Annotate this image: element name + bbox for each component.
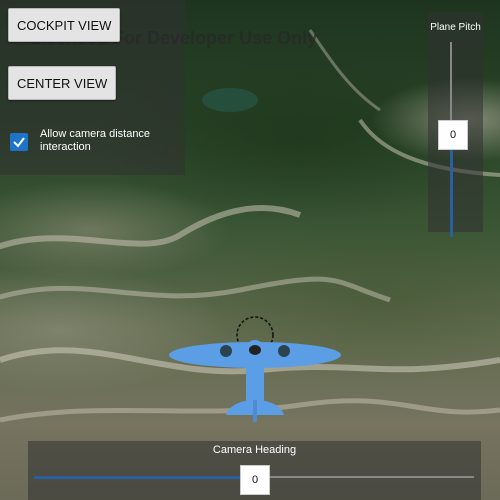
camera-distance-checkbox[interactable] — [10, 133, 28, 151]
center-view-button[interactable]: CENTER VIEW — [8, 66, 117, 100]
camera-heading-title: Camera Heading — [212, 444, 297, 456]
plane-pitch-title: Plane Pitch — [430, 22, 481, 33]
checkmark-icon — [13, 137, 25, 148]
camera-heading-slider-thumb[interactable]: 0 — [240, 465, 270, 495]
plane-pitch-slider-fill — [450, 147, 453, 237]
cockpit-view-button[interactable]: COCKPIT VIEW — [8, 8, 121, 42]
camera-distance-label: Allow camera distance interaction — [40, 128, 151, 153]
plane-pitch-slider-thumb[interactable]: 0 — [438, 120, 468, 150]
camera-heading-slider-fill — [34, 476, 246, 479]
airplane-icon — [169, 316, 341, 422]
